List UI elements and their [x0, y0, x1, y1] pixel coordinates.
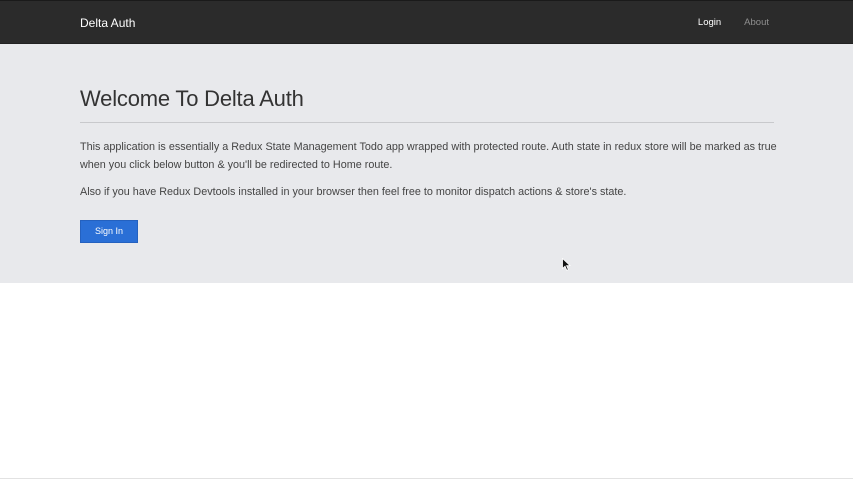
page-bottom-border [0, 478, 853, 479]
nav-links: Login About [698, 16, 769, 30]
devtools-paragraph: Also if you have Redux Devtools installe… [80, 186, 627, 198]
brand-link[interactable]: Delta Auth [80, 15, 135, 31]
title-divider [80, 122, 774, 123]
mouse-pointer-icon [562, 258, 571, 271]
navbar: Delta Auth Login About [0, 0, 853, 44]
nav-link-about[interactable]: About [744, 16, 769, 30]
nav-link-login[interactable]: Login [698, 16, 721, 30]
page-title: Welcome To Delta Auth [80, 86, 304, 111]
jumbotron: Welcome To Delta Auth This application i… [0, 44, 853, 283]
sign-in-button[interactable]: Sign In [80, 220, 138, 243]
description-paragraph: This application is essentially a Redux … [80, 141, 777, 171]
